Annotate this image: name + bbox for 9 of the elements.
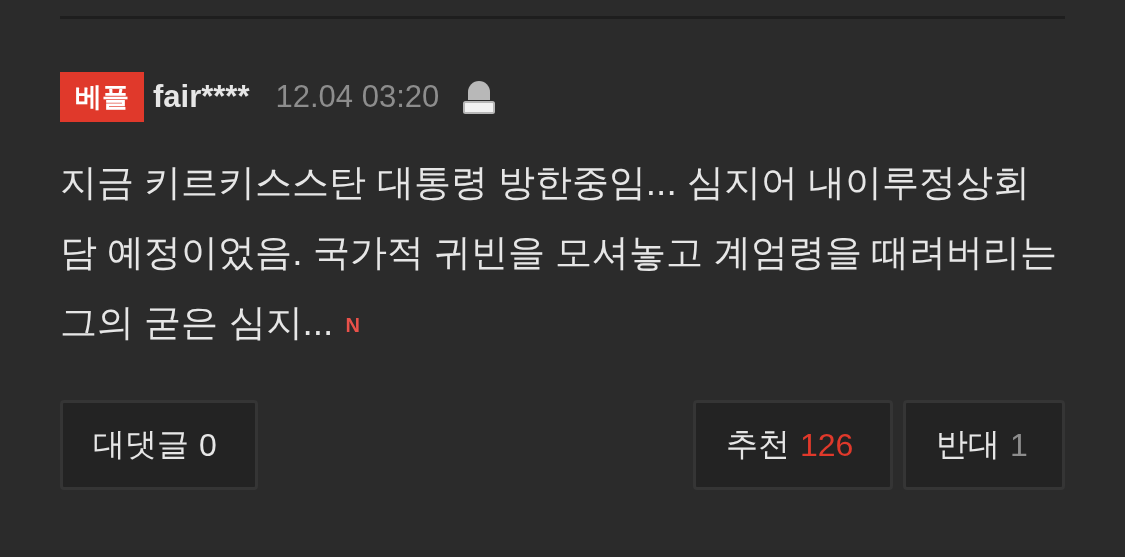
new-mark: N bbox=[345, 314, 360, 337]
dislike-button[interactable]: 반대 1 bbox=[903, 400, 1065, 491]
like-button[interactable]: 추천 126 bbox=[693, 400, 893, 491]
siren-icon[interactable] bbox=[463, 80, 496, 114]
comment-text: 지금 키르키스스탄 대통령 방한중임... 심지어 내이루정상회담 예정이었음. 국가적 귀빈을 모셔놓고 계엄령을 때려버리는 그의 굳은 심지... N bbox=[60, 161, 1058, 345]
reply-button[interactable]: 대댓글 0 bbox=[60, 400, 258, 491]
best-badge: 베플 bbox=[60, 72, 144, 122]
comment-time: 12.04 03:20 bbox=[275, 79, 440, 115]
author-name: fair**** bbox=[153, 79, 250, 115]
